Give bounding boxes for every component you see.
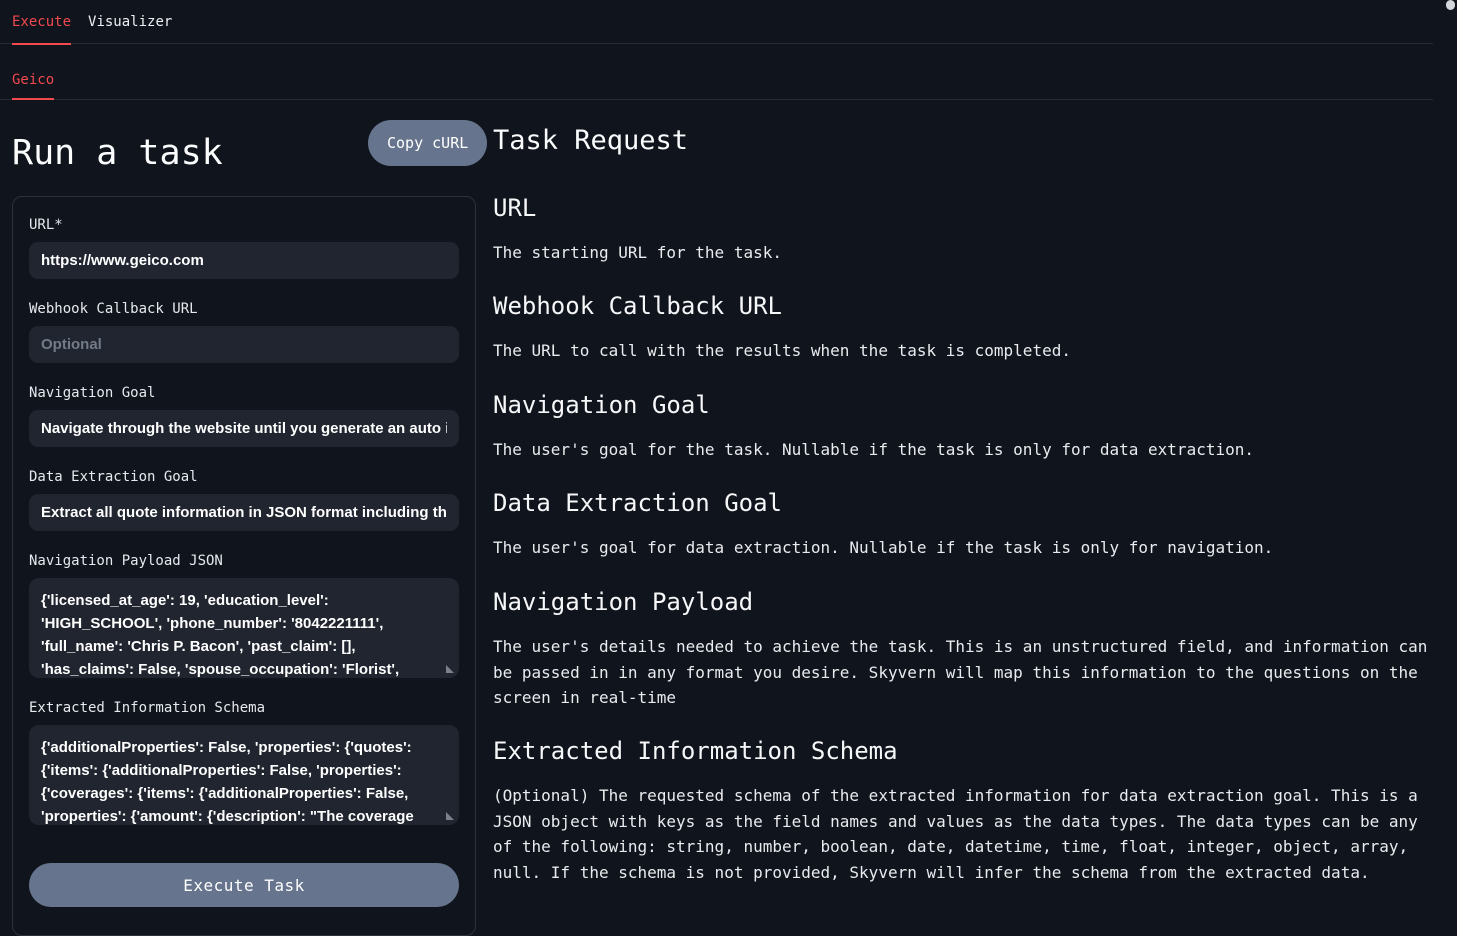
section-navigation-payload-heading: Navigation Payload: [493, 586, 1438, 618]
data-extraction-goal-input[interactable]: [29, 494, 459, 531]
navigation-goal-input[interactable]: [29, 410, 459, 447]
page-title: Run a task: [12, 133, 223, 173]
field-data-extraction-goal: Data Extraction Goal: [29, 469, 459, 531]
field-webhook: Webhook Callback URL: [29, 301, 459, 363]
task-request-panel: Task Request URL The starting URL for th…: [493, 120, 1441, 895]
resize-handle-icon[interactable]: [446, 812, 454, 820]
execute-task-button[interactable]: Execute Task: [29, 863, 459, 907]
tab-visualizer[interactable]: Visualizer: [88, 0, 172, 44]
sub-tab-bar: Geico: [0, 44, 1433, 100]
section-data-extraction-goal: Data Extraction Goal The user's goal for…: [493, 487, 1438, 561]
section-extracted-schema: Extracted Information Schema (Optional) …: [493, 735, 1438, 885]
copy-curl-button[interactable]: Copy cURL: [368, 120, 487, 166]
section-extracted-schema-heading: Extracted Information Schema: [493, 735, 1438, 767]
section-data-extraction-goal-body: The user's goal for data extraction. Nul…: [493, 535, 1438, 561]
section-webhook-heading: Webhook Callback URL: [493, 290, 1438, 322]
webhook-label: Webhook Callback URL: [29, 301, 459, 318]
section-url-heading: URL: [493, 192, 1438, 224]
section-extracted-schema-body: (Optional) The requested schema of the e…: [493, 783, 1438, 885]
extracted-schema-label: Extracted Information Schema: [29, 700, 459, 717]
extracted-schema-textarea[interactable]: {'additionalProperties': False, 'propert…: [29, 725, 459, 825]
data-extraction-goal-label: Data Extraction Goal: [29, 469, 459, 486]
section-url: URL The starting URL for the task.: [493, 192, 1438, 266]
section-data-extraction-goal-heading: Data Extraction Goal: [493, 487, 1438, 519]
webhook-input[interactable]: [29, 326, 459, 363]
app-root: Execute Visualizer Geico Run a task Copy…: [0, 0, 1457, 895]
section-url-body: The starting URL for the task.: [493, 240, 1438, 266]
scrollbar-thumb[interactable]: [1446, 0, 1455, 10]
field-url: URL*: [29, 217, 459, 279]
field-navigation-payload: Navigation Payload JSON {'licensed_at_ag…: [29, 553, 459, 678]
navigation-payload-textarea[interactable]: {'licensed_at_age': 19, 'education_level…: [29, 578, 459, 678]
subtab-geico[interactable]: Geico: [12, 72, 54, 99]
field-navigation-goal: Navigation Goal: [29, 385, 459, 447]
section-navigation-goal-heading: Navigation Goal: [493, 389, 1438, 421]
navigation-goal-label: Navigation Goal: [29, 385, 459, 402]
main-tab-bar: Execute Visualizer: [0, 0, 1433, 44]
section-navigation-goal: Navigation Goal The user's goal for the …: [493, 389, 1438, 463]
section-navigation-goal-body: The user's goal for the task. Nullable i…: [493, 437, 1438, 463]
field-extracted-schema: Extracted Information Schema {'additiona…: [29, 700, 459, 825]
section-webhook: Webhook Callback URL The URL to call wit…: [493, 290, 1438, 364]
section-navigation-payload: Navigation Payload The user's details ne…: [493, 586, 1438, 711]
task-request-title: Task Request: [493, 124, 1441, 158]
section-navigation-payload-body: The user's details needed to achieve the…: [493, 634, 1438, 711]
section-webhook-body: The URL to call with the results when th…: [493, 338, 1438, 364]
url-label: URL*: [29, 217, 459, 234]
tab-execute[interactable]: Execute: [12, 0, 71, 44]
task-form-card: URL* Webhook Callback URL Navigation Goa…: [12, 196, 476, 936]
navigation-payload-label: Navigation Payload JSON: [29, 553, 459, 570]
resize-handle-icon[interactable]: [446, 665, 454, 673]
url-input[interactable]: [29, 242, 459, 279]
